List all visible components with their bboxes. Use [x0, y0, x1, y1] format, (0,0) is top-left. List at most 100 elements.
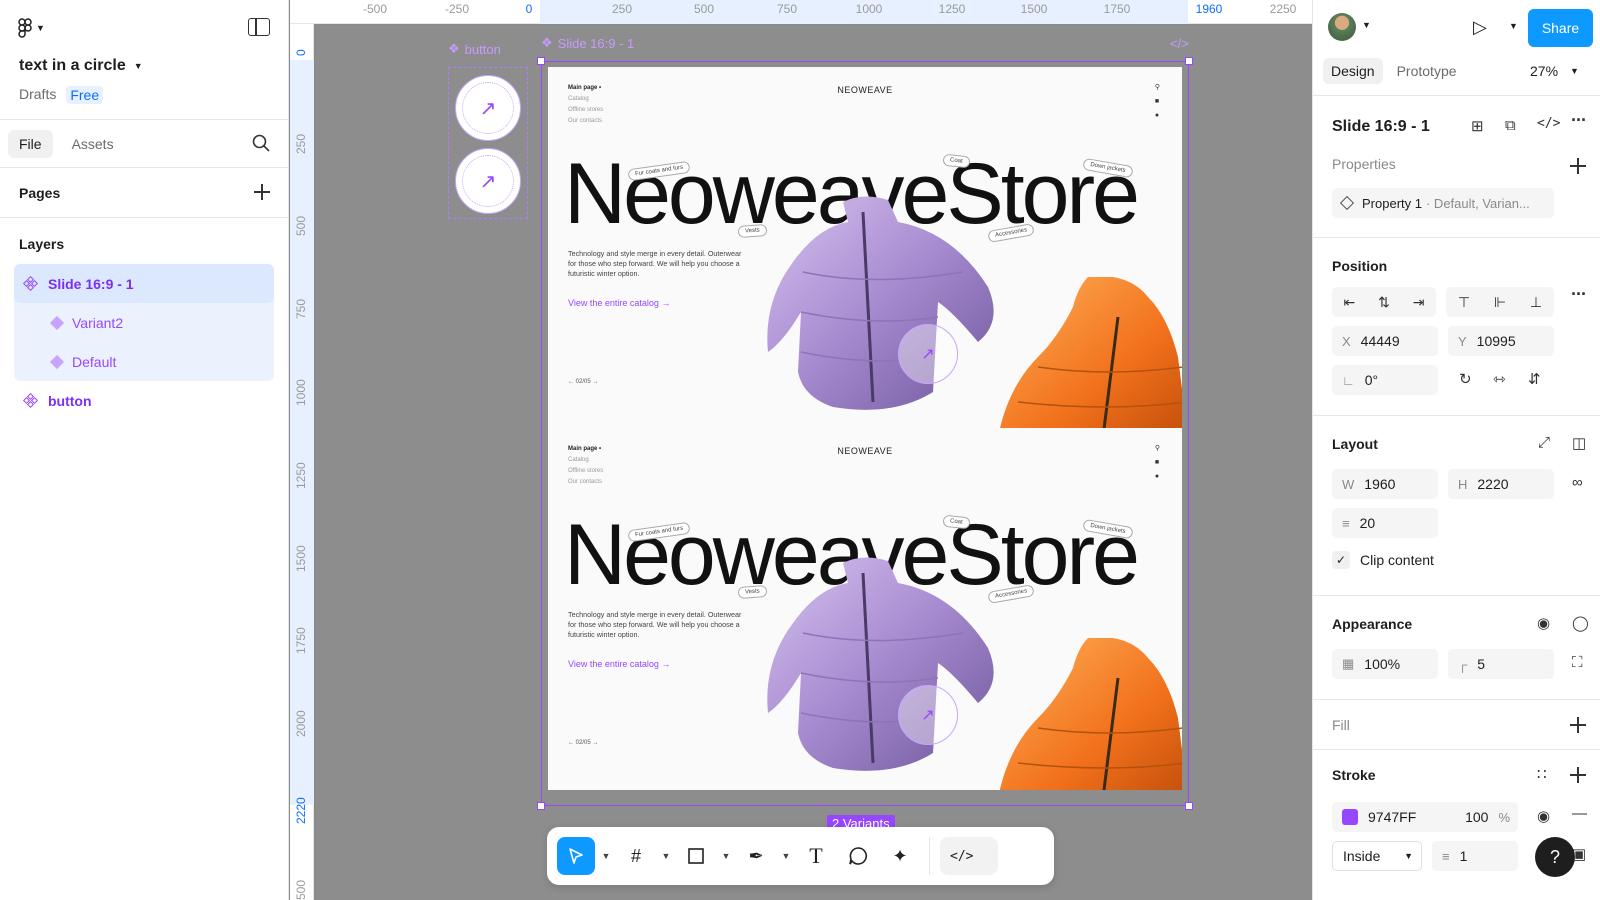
code-icon[interactable]: </> — [1170, 36, 1189, 51]
adjust-icon[interactable]: ⊞ — [1471, 117, 1484, 135]
align-right-icon[interactable]: ⇥ — [1413, 294, 1425, 311]
orange-jacket-image — [999, 638, 1182, 790]
auto-layout-icon[interactable]: ◫ — [1572, 434, 1586, 452]
chevron-down-icon[interactable]: ▼ — [1509, 21, 1518, 31]
resize-handle[interactable] — [1185, 802, 1193, 810]
frame-tool-button[interactable]: # — [617, 837, 655, 875]
chevron-down-icon: ▼ — [36, 23, 45, 33]
add-property-icon[interactable] — [1570, 158, 1586, 174]
tab-file[interactable]: File — [8, 129, 53, 158]
property-values: · Default, Varian... — [1425, 195, 1530, 211]
resize-handle[interactable] — [537, 57, 545, 65]
arrow-up-right-icon: ↗ — [921, 346, 935, 363]
tab-design[interactable]: Design — [1323, 58, 1383, 84]
property-chip[interactable]: Property 1 · Default, Varian... — [1332, 188, 1554, 218]
button-component-set[interactable]: ↗ ↗ — [448, 67, 528, 219]
resize-handle[interactable] — [1185, 57, 1193, 65]
pen-tool-button[interactable]: ✒ — [737, 837, 775, 875]
component-set-icon — [22, 275, 39, 291]
more-options-icon[interactable]: ··· — [1571, 110, 1587, 131]
canvas[interactable]: ❖ button ↗ ↗ ❖ Slide 16:9 - 1 </> Main p… — [315, 25, 1312, 900]
sidebar-toggle-icon[interactable] — [248, 18, 270, 36]
visibility-eye-icon[interactable]: ◉ — [1537, 614, 1550, 632]
visibility-eye-icon[interactable]: ◉ — [1537, 807, 1550, 825]
clip-content-toggle[interactable]: ✓ Clip content — [1332, 551, 1434, 569]
slide-variant-default[interactable]: Main page • Catalog Offline stores Our c… — [548, 67, 1182, 429]
circle-button-variant[interactable]: ↗ — [455, 75, 521, 141]
avatar[interactable] — [1328, 13, 1356, 41]
share-button[interactable]: Share — [1528, 9, 1593, 47]
comment-tool-button[interactable] — [839, 837, 877, 875]
styles-grid-icon[interactable]: ∷ — [1537, 765, 1547, 783]
text-icon: T — [809, 843, 823, 868]
chevron-down-icon[interactable]: ▼ — [779, 851, 793, 861]
tab-prototype[interactable]: Prototype — [1389, 58, 1465, 84]
chevron-down-icon[interactable]: ▼ — [599, 851, 613, 861]
layer-item-variant2[interactable]: Variant2 — [14, 303, 274, 342]
layer-item-button[interactable]: button — [14, 381, 274, 420]
pages-section[interactable]: Pages — [0, 168, 288, 218]
more-options-icon[interactable]: ··· — [1571, 284, 1587, 305]
width-field[interactable]: W 1960 — [1332, 469, 1438, 499]
corner-radius-field[interactable]: ┌ 5 — [1448, 649, 1554, 679]
drafts-link[interactable]: Drafts — [19, 86, 56, 104]
pager-current: 02 — [575, 740, 583, 746]
add-stroke-icon[interactable] — [1570, 767, 1586, 783]
chevron-down-icon[interactable]: ▼ — [1362, 20, 1371, 30]
dev-mode-toggle[interactable]: </> — [940, 837, 998, 875]
search-icon[interactable] — [252, 134, 270, 152]
component-set-icon — [22, 392, 39, 408]
chevron-down-icon[interactable]: ▼ — [719, 851, 733, 861]
slide-variant-variant2[interactable]: Main page • Catalog Offline stores Our c… — [548, 428, 1182, 790]
move-tool-button[interactable] — [557, 837, 595, 875]
add-fill-icon[interactable] — [1570, 717, 1586, 733]
collapse-icon[interactable]: ⤢ — [1538, 434, 1550, 451]
align-left-icon[interactable]: ⇤ — [1343, 294, 1355, 311]
plan-badge[interactable]: Free — [66, 86, 104, 104]
flip-horizontal-icon[interactable]: ⇿ — [1493, 370, 1506, 388]
stroke-position-select[interactable]: Inside ▼ — [1332, 841, 1422, 871]
x-field[interactable]: X 44449 — [1332, 326, 1438, 356]
main-menu-button[interactable]: ▼ — [18, 18, 45, 38]
height-field[interactable]: H 2220 — [1448, 469, 1554, 499]
align-center-v-icon[interactable]: ⊩ — [1494, 294, 1506, 311]
ruler-vertical: 0 250 500 750 1000 1250 1500 1750 2000 2… — [290, 24, 314, 900]
stroke-color-field[interactable]: 9747FF 100 % — [1332, 802, 1518, 832]
code-icon[interactable]: </> — [1537, 116, 1560, 131]
stroke-title: Stroke — [1332, 767, 1376, 783]
shape-tool-button[interactable] — [677, 837, 715, 875]
left-panel: ▼ text in a circle ▼ Drafts Free File As… — [0, 0, 289, 900]
align-center-h-icon[interactable]: ⇅ — [1378, 294, 1390, 311]
remove-stroke-icon[interactable]: — — [1572, 805, 1587, 822]
stroke-width-field[interactable]: ≡ 1 — [1432, 841, 1518, 871]
tab-assets[interactable]: Assets — [61, 130, 125, 158]
gap-field[interactable]: ≡ 20 — [1332, 508, 1438, 538]
ai-tool-button[interactable]: ✦ — [881, 837, 919, 875]
rotation-field[interactable]: ∟ 0° — [1332, 365, 1438, 395]
circle-button-variant[interactable]: ↗ — [455, 148, 521, 214]
blend-drop-icon[interactable]: ◯ — [1572, 614, 1589, 632]
button-frame-label[interactable]: ❖ button — [448, 41, 501, 57]
file-title[interactable]: text in a circle ▼ — [19, 57, 143, 75]
stroke-color-swatch[interactable] — [1342, 809, 1358, 825]
help-button[interactable]: ? — [1535, 837, 1575, 877]
y-field[interactable]: Y 10995 — [1448, 326, 1554, 356]
instance-swap-icon[interactable]: ⧉ — [1505, 117, 1516, 134]
layer-item-slide[interactable]: Slide 16:9 - 1 — [14, 264, 274, 303]
rotate-icon[interactable]: ↻ — [1459, 370, 1472, 388]
add-page-icon[interactable] — [254, 184, 270, 200]
ruler-tick-label: 1960 — [1195, 2, 1223, 16]
chevron-down-icon[interactable]: ▼ — [659, 851, 673, 861]
constrain-proportions-icon[interactable]: ∞ — [1572, 474, 1583, 491]
align-bottom-icon[interactable]: ⊥ — [1530, 294, 1542, 311]
layer-item-default[interactable]: Default — [14, 342, 274, 381]
resize-handle[interactable] — [537, 802, 545, 810]
text-tool-button[interactable]: T — [797, 837, 835, 875]
flip-vertical-icon[interactable]: ⇵ — [1528, 370, 1541, 388]
align-top-icon[interactable]: ⊤ — [1458, 294, 1470, 311]
zoom-control[interactable]: 27% ▼ — [1530, 63, 1579, 79]
slide-frame-label[interactable]: ❖ Slide 16:9 - 1 — [541, 35, 634, 51]
present-play-icon[interactable]: ▷ — [1473, 17, 1487, 38]
opacity-field[interactable]: ▦ 100% — [1332, 649, 1438, 679]
independent-corners-icon[interactable]: ⛶ — [1572, 654, 1583, 671]
